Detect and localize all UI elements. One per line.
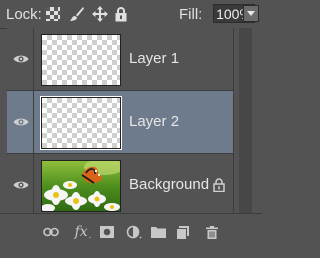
- layers-bottom-toolbar: fx.: [0, 213, 262, 258]
- scrollbar[interactable]: [239, 28, 252, 213]
- layer-row-layer-2[interactable]: Layer 2: [7, 91, 233, 154]
- layer-row-background[interactable]: Background: [7, 154, 233, 213]
- layer-name[interactable]: Layer 2: [129, 113, 179, 130]
- layer-thumbnail: [41, 34, 121, 86]
- layer-style-fx-icon[interactable]: fx.: [73, 224, 93, 241]
- layer-thumbnail: [40, 96, 122, 150]
- new-layer-icon[interactable]: [176, 224, 190, 240]
- new-group-icon[interactable]: [150, 224, 166, 240]
- lock-label: Lock:: [6, 6, 42, 23]
- eye-icon: [13, 118, 29, 126]
- layer-mask-icon[interactable]: [99, 224, 115, 240]
- chevron-down-icon: [247, 10, 255, 16]
- layer-row-layer-1[interactable]: Layer 1: [7, 28, 233, 91]
- delete-layer-icon[interactable]: [205, 224, 219, 240]
- lock-fill-bar: Lock: Fill: 100%: [0, 0, 262, 29]
- layer-name[interactable]: Layer 1: [129, 50, 179, 67]
- butterfly-daisies-image: [42, 161, 120, 211]
- layer-name[interactable]: Background: [129, 176, 209, 193]
- visibility-toggle[interactable]: [7, 154, 34, 213]
- fx-label: fx: [74, 224, 88, 240]
- eye-icon: [13, 55, 29, 63]
- eye-icon: [13, 181, 29, 189]
- link-layers-icon[interactable]: [42, 224, 60, 240]
- lock-all-icon[interactable]: [112, 5, 130, 23]
- fill-label: Fill:: [179, 6, 203, 23]
- visibility-toggle[interactable]: [7, 91, 34, 153]
- fill-dropdown-button[interactable]: [243, 5, 259, 22]
- layer-lock-icon: [213, 178, 225, 192]
- lock-position-icon[interactable]: [91, 5, 109, 23]
- lock-transparent-pixels-icon[interactable]: [44, 5, 62, 23]
- background-thumbnail: [41, 160, 121, 212]
- layers-panel: Lock: Fill: 100% Layer 1 Layer 2 Backgro…: [0, 0, 262, 258]
- visibility-toggle[interactable]: [7, 28, 34, 90]
- adjustment-layer-icon[interactable]: [125, 224, 143, 240]
- lock-image-pixels-icon[interactable]: [68, 5, 86, 23]
